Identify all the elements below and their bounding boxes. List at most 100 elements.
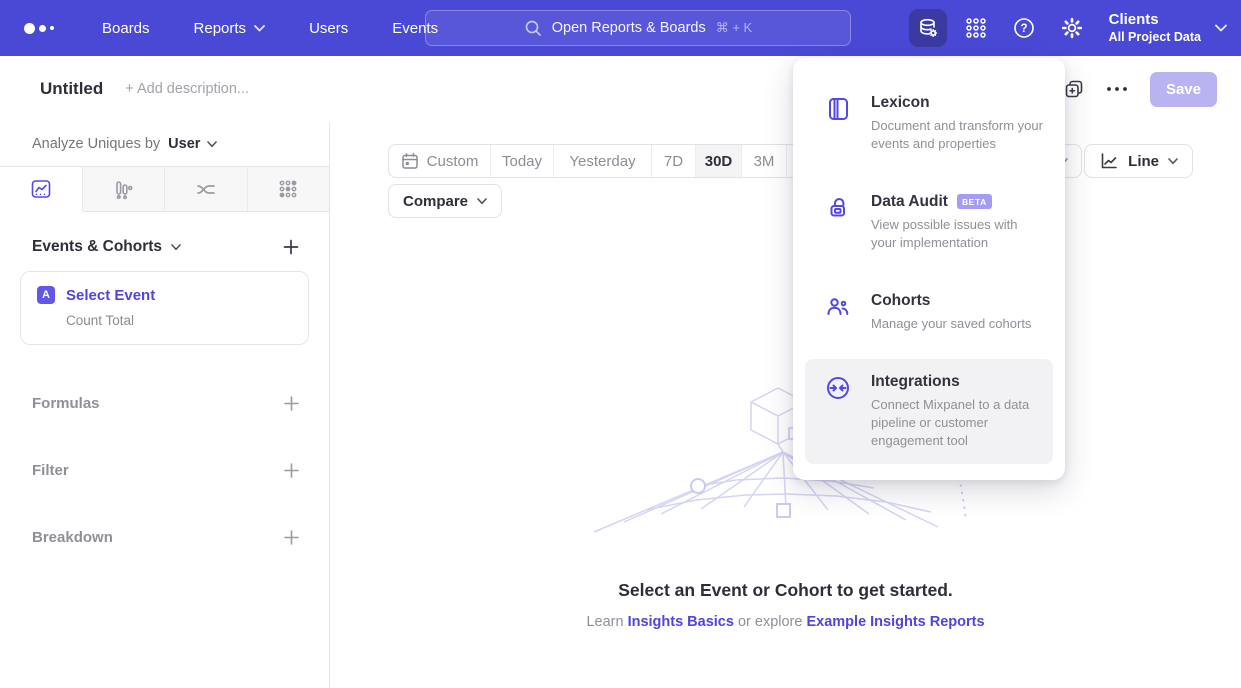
tab-metrics-grid[interactable] <box>248 167 330 212</box>
date-range-today[interactable]: Today <box>491 145 554 177</box>
event-series-badge: A <box>37 286 55 304</box>
date-range-custom[interactable]: Custom <box>389 145 491 177</box>
search-icon <box>524 19 542 37</box>
grid-dots-icon <box>278 179 298 199</box>
add-description[interactable]: + Add description... <box>125 81 249 97</box>
analyze-by-value: User <box>168 136 200 152</box>
menu-title-text: Cohorts <box>871 292 930 310</box>
more-options-button[interactable] <box>1106 86 1128 92</box>
cohorts-people-icon <box>825 294 851 320</box>
events-cohorts-header: Events & Cohorts <box>0 238 329 256</box>
select-event-label: Select Event <box>66 287 155 304</box>
flow-icon <box>195 178 217 200</box>
nav-boards[interactable]: Boards <box>102 20 150 37</box>
events-cohorts-label: Events & Cohorts <box>32 238 162 256</box>
analyze-row: Analyze Uniques by User <box>0 122 329 166</box>
database-gear-icon <box>917 17 939 39</box>
integrations-sync-icon <box>825 375 851 401</box>
top-nav: Boards Reports Users Events Open Reports… <box>0 0 1241 56</box>
nav-users[interactable]: Users <box>309 20 348 37</box>
nav-reports-label: Reports <box>194 20 247 37</box>
mixpanel-app: Boards Reports Users Events Open Reports… <box>0 0 1241 688</box>
chevron-down-icon <box>171 244 181 251</box>
menu-item-cohorts[interactable]: Cohorts Manage your saved cohorts <box>805 278 1053 347</box>
menu-item-description: Manage your saved cohorts <box>871 315 1043 333</box>
nav-right-actions: ? Clients All Project Data <box>909 0 1227 56</box>
plus-icon <box>284 463 299 478</box>
date-range-30d[interactable]: 30D <box>696 145 742 177</box>
breakdown-section[interactable]: Breakdown <box>0 529 329 546</box>
formulas-section[interactable]: Formulas <box>0 395 329 412</box>
chevron-down-icon <box>477 198 487 205</box>
visualization-tabs <box>0 166 329 212</box>
apps-grid-button[interactable] <box>957 9 995 47</box>
tab-insights-line[interactable] <box>0 167 83 212</box>
compare-button[interactable]: Compare <box>388 184 502 218</box>
empty-state-title: Select an Event or Cohort to get started… <box>330 580 1241 601</box>
chart-type-selector[interactable]: Line <box>1084 144 1193 178</box>
date-range-yesterday[interactable]: Yesterday <box>554 145 652 177</box>
filter-section[interactable]: Filter <box>0 462 329 479</box>
chevron-down-icon <box>254 25 265 32</box>
menu-item-description: Connect Mixpanel to a data pipeline or c… <box>871 396 1043 450</box>
line-report-icon <box>30 178 52 200</box>
project-selector[interactable]: Clients All Project Data <box>1109 11 1227 45</box>
search-placeholder: Open Reports & Boards <box>552 20 706 36</box>
compare-label: Compare <box>403 193 468 210</box>
gear-icon <box>1060 16 1084 40</box>
help-icon: ? <box>1012 16 1036 40</box>
analyze-label: Analyze Uniques by <box>32 136 160 152</box>
date-range-7d[interactable]: 7D <box>652 145 696 177</box>
search-bar[interactable]: Open Reports & Boards ⌘ + K <box>425 10 851 46</box>
learn-prefix: Learn <box>586 614 623 630</box>
events-cohorts-toggle[interactable]: Events & Cohorts <box>32 238 181 256</box>
duplicate-button[interactable] <box>1064 79 1084 99</box>
data-management-menu: Lexicon Document and transform your even… <box>793 58 1065 480</box>
event-aggregation-label[interactable]: Count Total <box>66 313 292 328</box>
menu-item-data-audit[interactable]: Data Audit BETA View possible issues with… <box>805 179 1053 266</box>
nav-reports[interactable]: Reports <box>194 20 266 37</box>
formulas-label: Formulas <box>32 395 100 412</box>
menu-item-description: View possible issues with your implement… <box>871 216 1043 252</box>
calendar-icon <box>401 152 419 170</box>
chart-type-label: Line <box>1128 153 1159 170</box>
search-shortcut: ⌘ + K <box>716 20 753 36</box>
account-project: All Project Data <box>1109 30 1201 46</box>
event-card[interactable]: A Select Event Count Total <box>20 271 309 345</box>
breakdown-label: Breakdown <box>32 529 113 546</box>
help-button[interactable]: ? <box>1005 9 1043 47</box>
bar-chart-icon <box>112 178 134 200</box>
example-reports-link[interactable]: Example Insights Reports <box>806 614 984 630</box>
data-audit-lock-icon <box>825 195 851 221</box>
mixpanel-logo-icon[interactable] <box>24 23 76 34</box>
plus-icon <box>284 396 299 411</box>
date-range-3m[interactable]: 3M <box>742 145 787 177</box>
primary-nav: Boards Reports Users Events <box>102 20 438 37</box>
save-button[interactable]: Save <box>1150 72 1217 107</box>
chevron-down-icon <box>1168 158 1178 165</box>
report-title[interactable]: Untitled <box>40 79 103 99</box>
query-sidebar: Analyze Uniques by User <box>0 122 330 688</box>
insights-basics-link[interactable]: Insights Basics <box>628 614 734 630</box>
duplicate-icon <box>1064 79 1084 99</box>
data-management-button[interactable] <box>909 9 947 47</box>
add-event-button[interactable] <box>283 239 299 255</box>
empty-state: Select an Event or Cohort to get started… <box>330 352 1241 630</box>
filter-label: Filter <box>32 462 69 479</box>
menu-title-text: Data Audit <box>871 193 948 211</box>
account-name: Clients <box>1109 11 1201 30</box>
empty-state-links: Learn Insights Basics or explore Example… <box>330 614 1241 630</box>
report-actions: Save <box>1064 72 1241 107</box>
settings-button[interactable] <box>1053 9 1091 47</box>
tab-bar-chart[interactable] <box>83 167 166 212</box>
menu-item-lexicon[interactable]: Lexicon Document and transform your even… <box>805 80 1053 167</box>
chevron-down-icon <box>1215 24 1227 32</box>
menu-title-text: Integrations <box>871 373 960 391</box>
menu-item-integrations[interactable]: Integrations Connect Mixpanel to a data … <box>805 359 1053 464</box>
svg-text:?: ? <box>1020 23 1027 35</box>
line-chart-icon <box>1099 151 1119 171</box>
analyze-by-selector[interactable]: User <box>168 136 217 152</box>
beta-badge: BETA <box>957 194 992 209</box>
date-range-label: Custom <box>427 153 479 170</box>
tab-flow[interactable] <box>165 167 248 212</box>
